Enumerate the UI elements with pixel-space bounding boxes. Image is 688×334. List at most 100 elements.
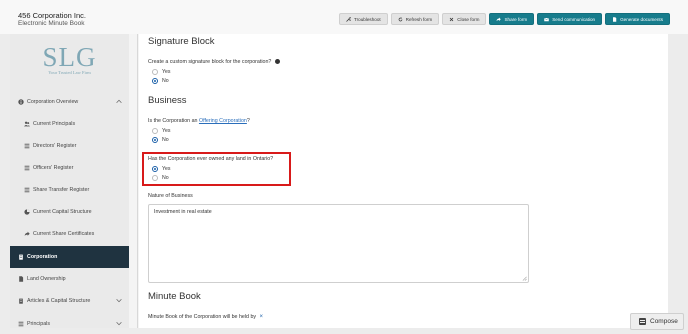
sidebar-item-label: Principals — [27, 321, 50, 327]
radio-label: Yes — [162, 128, 171, 134]
chevron-down-icon — [116, 322, 122, 326]
app-header: 456 Corporation Inc. Electronic Minute B… — [0, 0, 688, 34]
refresh-form-button[interactable]: Refresh form — [390, 13, 440, 25]
divider — [137, 34, 138, 328]
share-arrow-icon — [24, 231, 30, 237]
land-yes-radio[interactable]: Yes — [152, 166, 170, 172]
offering-no-radio[interactable]: No — [152, 137, 169, 143]
offering-question-prefix: Is the Corporation an — [148, 118, 199, 124]
radio-label: No — [162, 78, 169, 84]
signature-question: Create a custom signature block for the … — [148, 59, 280, 65]
chevron-up-icon — [116, 99, 122, 103]
sidebar-item-articles-capital-structure[interactable]: Articles & Capital Structure — [10, 290, 129, 312]
app-subtitle: Electronic Minute Book — [18, 20, 85, 27]
refresh-icon — [398, 16, 403, 21]
toolbar: Troubleshoot Refresh form Close form Sha… — [339, 13, 670, 25]
building-icon — [18, 254, 24, 260]
users-icon — [24, 121, 30, 127]
land-question: Has the Corporation ever owned any land … — [148, 156, 274, 162]
sidebar-item-label: Corporation Overview — [27, 99, 79, 105]
offering-corporation-link[interactable]: Offering Corporation — [199, 118, 247, 124]
nature-of-business-textarea[interactable]: Investment in real estate — [148, 204, 529, 283]
sidebar-item-label: Articles & Capital Structure — [27, 298, 91, 304]
sidebar-item-label: Land Ownership — [27, 276, 66, 282]
sidebar-item-label: Corporation — [27, 254, 58, 260]
list-icon — [24, 143, 30, 149]
nature-of-business-label: Nature of Business — [148, 193, 193, 199]
compose-icon — [639, 318, 646, 325]
close-form-label: Close form — [457, 16, 480, 22]
wrench-icon — [346, 16, 352, 22]
sidebar-item-current-principals[interactable]: Current Principals — [10, 113, 129, 135]
share-form-button[interactable]: Share form — [489, 13, 535, 25]
x-mark[interactable]: × — [260, 314, 264, 320]
form-panel: Signature Block Create a custom signatur… — [139, 34, 668, 328]
sidebar-item-label: Directors' Register — [33, 143, 77, 149]
resize-handle-icon[interactable] — [522, 276, 527, 281]
offering-question: Is the Corporation an Offering Corporati… — [148, 118, 250, 124]
refresh-form-label: Refresh form — [405, 16, 433, 22]
sidebar: SLG Your Trusted Law Firm Corporation Ov… — [10, 34, 129, 328]
signature-yes-radio[interactable]: Yes — [152, 69, 170, 75]
radio-icon — [152, 175, 158, 181]
minute-book-question: Minute Book of the Corporation will be h… — [148, 314, 263, 320]
company-name: 456 Corporation Inc. — [18, 11, 86, 20]
radio-label: Yes — [162, 69, 171, 75]
sidebar-item-current-capital-structure[interactable]: Current Capital Structure — [10, 201, 129, 223]
share-icon — [496, 17, 502, 21]
sidebar-item-land-ownership[interactable]: Land Ownership — [10, 268, 129, 290]
building-icon — [18, 298, 24, 304]
info-icon[interactable] — [274, 59, 280, 64]
generate-documents-button[interactable]: Generate documents — [605, 13, 670, 25]
offering-yes-radio[interactable]: Yes — [152, 128, 170, 134]
chevron-down-icon — [116, 299, 122, 303]
list-icon — [18, 321, 24, 327]
list-icon — [24, 187, 30, 193]
signature-no-radio[interactable]: No — [152, 78, 169, 84]
offering-question-suffix: ? — [246, 118, 250, 124]
logo-text: SLG — [42, 42, 97, 72]
logo-tagline: Your Trusted Law Firm — [48, 70, 91, 75]
radio-label: Yes — [162, 166, 171, 172]
signature-question-text: Create a custom signature block for the … — [148, 59, 272, 65]
sidebar-item-corporation[interactable]: Corporation — [10, 246, 129, 268]
radio-icon — [152, 69, 158, 75]
send-communication-label: Send communication — [552, 16, 596, 22]
close-form-button[interactable]: Close form — [442, 13, 487, 25]
compose-label: Compose — [650, 318, 678, 325]
sidebar-item-current-share-certificates[interactable]: Current Share Certificates — [10, 223, 129, 245]
troubleshoot-button[interactable]: Troubleshoot — [339, 13, 388, 25]
radio-label: No — [162, 175, 169, 181]
generate-documents-label: Generate documents — [620, 16, 663, 22]
info-circle-icon — [18, 99, 24, 105]
radio-selected-icon — [152, 137, 158, 143]
firm-logo: SLG Your Trusted Law Firm — [10, 42, 129, 76]
sidebar-item-label: Current Share Certificates — [33, 231, 95, 237]
land-no-radio[interactable]: No — [152, 175, 169, 181]
business-heading: Business — [148, 95, 187, 106]
radio-label: No — [162, 137, 169, 143]
sidebar-item-label: Share Transfer Register — [33, 187, 90, 193]
compose-button[interactable]: Compose — [630, 313, 684, 330]
document-icon — [18, 276, 24, 282]
radio-selected-icon — [152, 78, 158, 84]
share-form-label: Share form — [504, 16, 528, 22]
list-icon — [24, 165, 30, 171]
minute-book-question-text: Minute Book of the Corporation will be h… — [148, 314, 257, 320]
nature-of-business-value: Investment in real estate — [154, 209, 212, 215]
sidebar-item-label: Current Principals — [33, 121, 76, 127]
radio-selected-icon — [152, 166, 158, 172]
sidebar-item-principals[interactable]: Principals — [10, 313, 129, 328]
send-communication-button[interactable]: Send communication — [537, 13, 603, 25]
radio-icon — [152, 128, 158, 134]
sidebar-item-label: Current Capital Structure — [33, 209, 92, 215]
troubleshoot-label: Troubleshoot — [354, 16, 381, 22]
sidebar-item-officers-register[interactable]: Officers' Register — [10, 157, 129, 179]
pie-chart-icon — [24, 209, 30, 215]
minute-book-heading: Minute Book — [148, 291, 201, 302]
sidebar-item-corporation-overview[interactable]: Corporation Overview — [10, 91, 129, 113]
sidebar-item-share-transfer-register[interactable]: Share Transfer Register — [10, 179, 129, 201]
sidebar-item-label: Officers' Register — [33, 165, 74, 171]
sidebar-item-directors-register[interactable]: Directors' Register — [10, 135, 129, 157]
envelope-icon — [544, 17, 550, 21]
